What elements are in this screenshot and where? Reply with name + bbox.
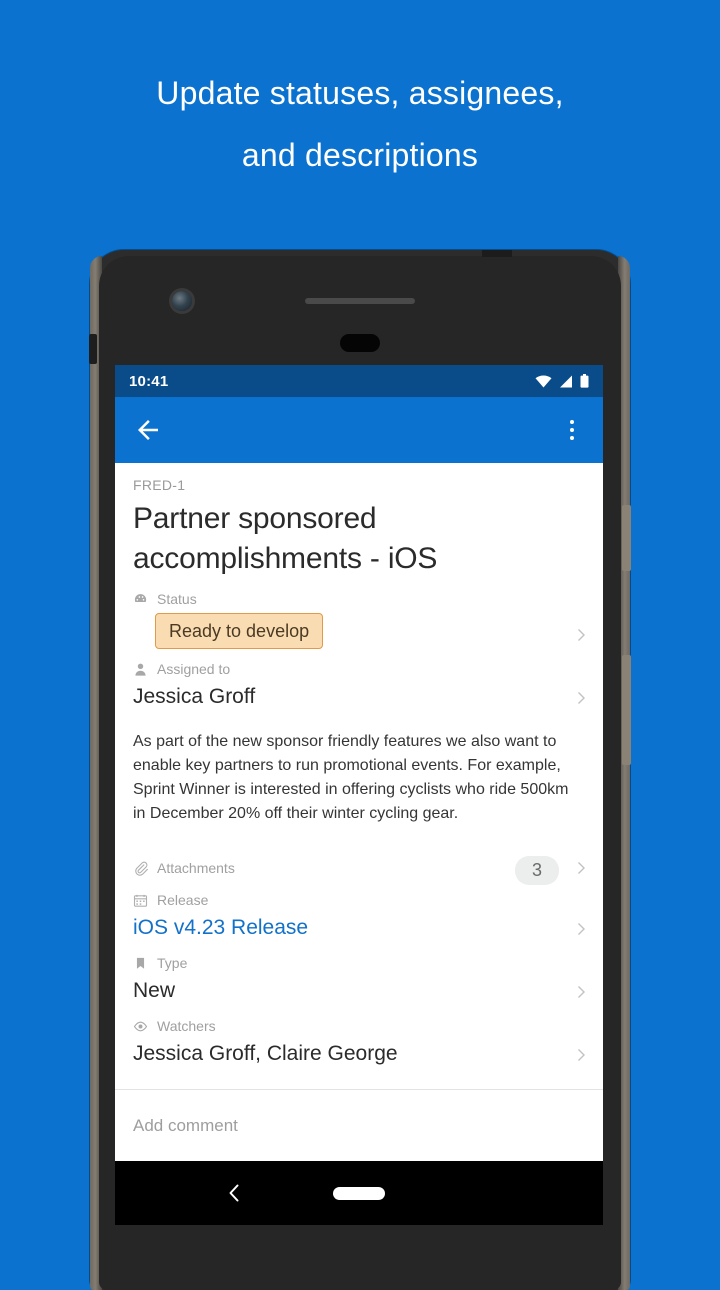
battery-icon — [580, 374, 589, 388]
field-attachments-label-row: Attachments — [133, 860, 563, 876]
left-side-button[interactable] — [89, 334, 97, 364]
field-release-value[interactable]: iOS v4.23 Release — [133, 908, 563, 943]
field-release-label-row: Release — [133, 892, 563, 908]
front-camera-icon — [172, 291, 192, 311]
app-bar — [115, 397, 603, 463]
issue-description: As part of the new sponsor friendly feat… — [133, 733, 569, 822]
phone-screen: 10:41 FRED-1 Partner sponsored accomplis… — [115, 365, 603, 1225]
field-type-label-row: Type — [133, 955, 563, 971]
field-assignee[interactable]: Assigned to Jessica Groff — [115, 649, 603, 712]
status-bar-system-icons — [535, 374, 589, 388]
back-arrow-icon[interactable] — [133, 415, 163, 445]
field-assignee-label-row: Assigned to — [133, 661, 563, 677]
field-type[interactable]: Type New — [115, 943, 603, 1006]
promo-headline: Update statuses, assignees, and descript… — [0, 62, 720, 186]
chevron-right-icon — [573, 860, 589, 876]
chevron-right-icon — [573, 921, 589, 937]
gauge-icon — [133, 592, 148, 607]
eye-icon — [133, 1019, 148, 1034]
earpiece-speaker — [305, 298, 415, 304]
issue-detail-content: FRED-1 Partner sponsored accomplishments… — [115, 463, 603, 1161]
wifi-icon — [535, 374, 552, 388]
field-watchers-label: Watchers — [157, 1018, 216, 1034]
paperclip-icon — [133, 861, 148, 876]
promo-headline-line-2: and descriptions — [241, 137, 479, 173]
nav-back-icon[interactable] — [225, 1182, 243, 1204]
cellular-signal-icon — [559, 375, 573, 388]
chevron-right-icon — [573, 627, 589, 643]
chevron-right-icon — [573, 1047, 589, 1063]
field-status-label: Status — [157, 591, 197, 607]
field-watchers[interactable]: Watchers Jessica Groff, Claire George — [115, 1006, 603, 1069]
field-status[interactable]: Status Ready to develop — [115, 579, 603, 649]
field-attachments[interactable]: Attachments 3 — [115, 848, 603, 885]
field-type-label: Type — [157, 955, 188, 971]
chevron-right-icon — [573, 984, 589, 1000]
phone-antenna-notch — [482, 250, 512, 257]
field-assignee-value: Jessica Groff — [133, 685, 256, 708]
status-badge[interactable]: Ready to develop — [155, 613, 324, 649]
add-comment-placeholder[interactable]: Add comment — [133, 1116, 238, 1136]
promo-headline-line-1: Update statuses, assignees, — [156, 75, 564, 111]
issue-key: FRED-1 — [133, 477, 186, 493]
chevron-right-icon — [573, 690, 589, 706]
calendar-icon — [133, 893, 148, 908]
nav-home-pill-icon[interactable] — [333, 1186, 385, 1200]
field-watchers-value: Jessica Groff, Claire George — [133, 1042, 398, 1065]
status-bar-clock: 10:41 — [129, 372, 169, 390]
bookmark-icon — [133, 956, 148, 971]
field-release[interactable]: Release iOS v4.23 Release — [115, 880, 603, 943]
volume-button[interactable] — [622, 655, 631, 765]
status-bar: 10:41 — [115, 365, 603, 397]
field-attachments-label: Attachments — [157, 860, 235, 876]
issue-title: Partner sponsored accomplishments - iOS — [133, 502, 438, 575]
power-button[interactable] — [622, 505, 631, 571]
sensor-housing — [340, 334, 380, 352]
field-type-value: New — [133, 979, 176, 1002]
android-navigation-bar — [115, 1161, 603, 1225]
field-assignee-label: Assigned to — [157, 661, 231, 677]
add-comment-bar[interactable]: Add comment — [115, 1089, 603, 1161]
field-status-label-row: Status — [133, 591, 563, 607]
field-release-label: Release — [157, 892, 209, 908]
phone-device-mockup: 10:41 FRED-1 Partner sponsored accomplis… — [89, 250, 631, 1290]
person-icon — [133, 662, 148, 677]
field-watchers-label-row: Watchers — [133, 1018, 563, 1034]
overflow-menu-icon[interactable] — [559, 415, 585, 445]
